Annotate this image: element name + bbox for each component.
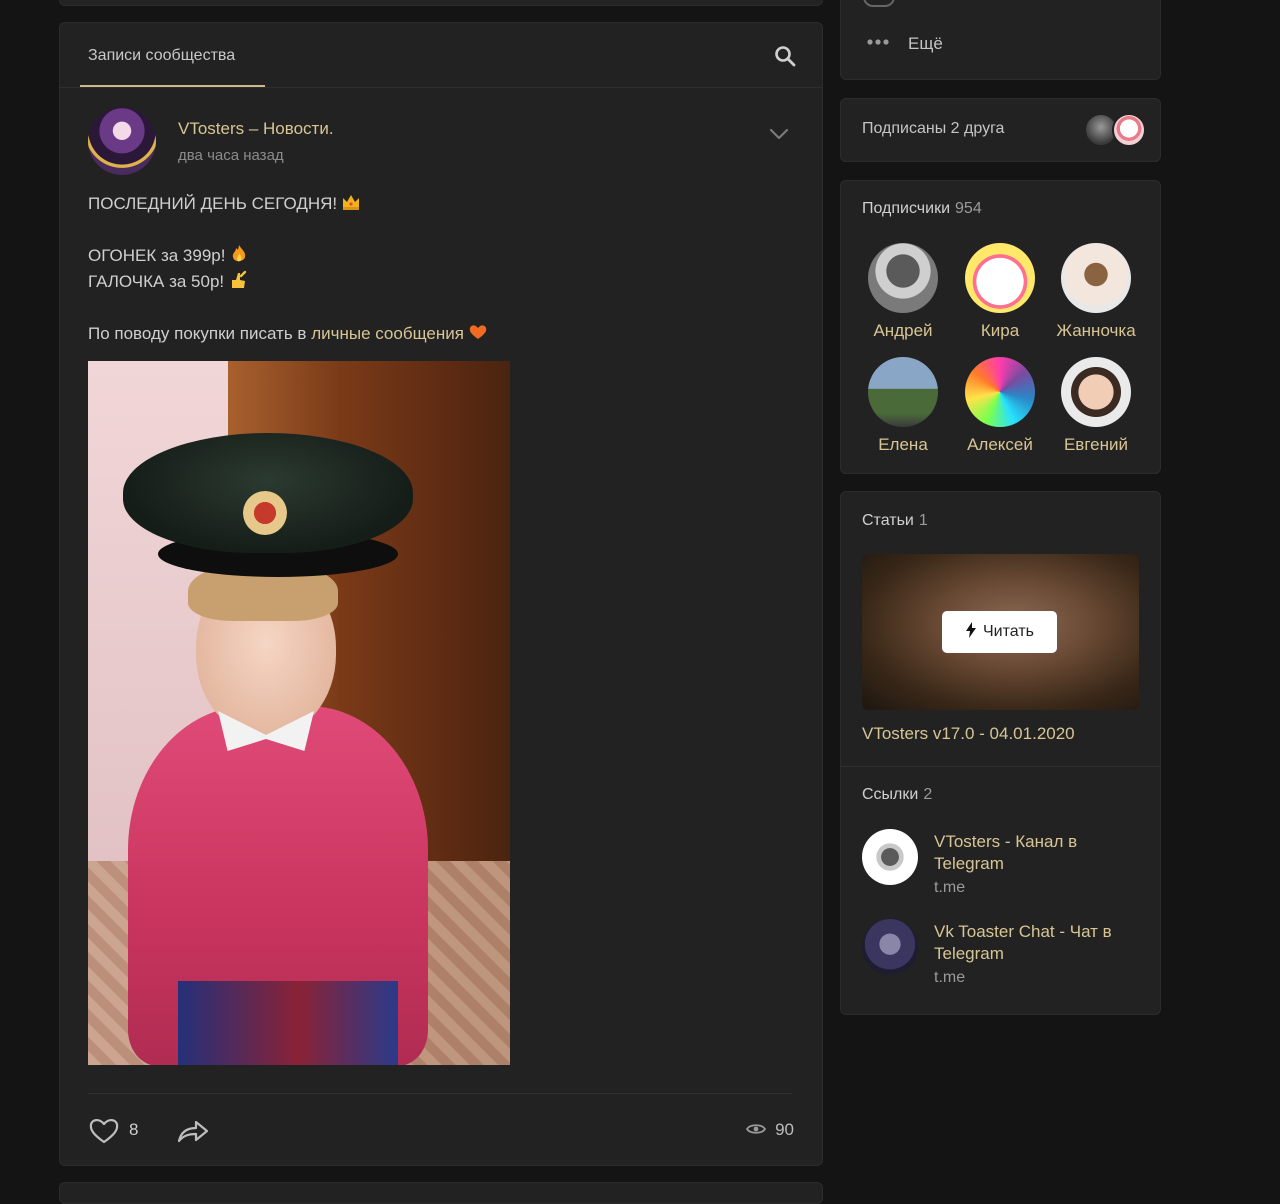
vk-logo-icon (862, 829, 918, 885)
like-count: 8 (129, 1120, 139, 1139)
post-line-3: ГАЛОЧКА за 50р! (88, 269, 788, 295)
friends-subscribed-card[interactable]: Подписаны 2 друга (840, 98, 1161, 162)
actions-divider (88, 1093, 792, 1094)
subscriber-item[interactable]: Елена (855, 357, 951, 455)
more-button[interactable]: Ещё (908, 34, 943, 54)
lightning-icon (966, 622, 977, 638)
chat-logo-icon (862, 919, 918, 975)
post-time[interactable]: два часа назад (178, 147, 284, 164)
links-title: Ссылки 2 (862, 786, 933, 803)
articles-title[interactable]: Статьи 1 (862, 512, 928, 530)
link-title[interactable]: VTosters - Канал в Telegram (934, 831, 1134, 875)
article-title[interactable]: VTosters v17.0 - 04.01.2020 (862, 724, 1075, 744)
subscriber-item[interactable]: Кира (952, 243, 1048, 341)
eye-icon (746, 1124, 766, 1134)
view-count: 90 (775, 1120, 794, 1139)
link-domain: t.me (934, 969, 966, 986)
subscriber-name: Жанночка (1056, 321, 1136, 340)
section-divider (841, 766, 1160, 767)
post-line-4: По поводу покупки писать в личные сообще… (88, 321, 788, 347)
community-posts-card: Записи сообщества VTosters – Новости. дв… (59, 22, 823, 1166)
friend-avatar (1112, 113, 1146, 147)
post-photo[interactable] (88, 361, 510, 1065)
next-card-edge (59, 1182, 823, 1204)
subscriber-name: Евгений (1063, 435, 1129, 454)
articles-count: 1 (918, 512, 928, 529)
avatar (868, 243, 938, 313)
ok-hand-icon (232, 270, 247, 288)
messages-link[interactable]: личные сообщения (311, 324, 464, 343)
post-text: ПОСЛЕДНИЙ ДЕНЬ СЕГОДНЯ! ОГОНЕК за 399р! … (88, 191, 788, 347)
crown-icon (343, 195, 360, 210)
post-author[interactable]: VTosters – Новости. (178, 119, 334, 139)
subscriber-item[interactable]: Жанночка (1048, 243, 1144, 341)
avatar (1061, 243, 1131, 313)
read-button[interactable]: Читать (942, 611, 1057, 653)
post-line-1: ПОСЛЕДНИЙ ДЕНЬ СЕГОДНЯ! (88, 191, 788, 217)
subscriber-item[interactable]: Андрей (855, 243, 951, 341)
subscriber-name: Андрей (873, 321, 933, 340)
subscriber-item[interactable]: Евгений (1048, 357, 1144, 455)
articles-links-card: Статьи 1 Читать VTosters v17.0 - 04.01.20… (840, 491, 1161, 1015)
like-heart-icon[interactable] (88, 1115, 120, 1145)
more-dots-icon[interactable] (866, 38, 890, 46)
tab-active-indicator (80, 85, 265, 87)
search-icon[interactable] (774, 45, 796, 67)
subscriber-item[interactable]: Алексей (952, 357, 1048, 455)
heart-icon (469, 325, 487, 339)
article-cover[interactable]: Читать (862, 554, 1139, 710)
subscribers-count: 954 (955, 200, 982, 217)
community-avatar[interactable] (88, 107, 156, 175)
subscribers-card: Подписчики 954 Андрей Кира Жанночка Елена… (840, 180, 1161, 474)
friends-subscribed-label: Подписаны 2 друга (862, 120, 1005, 137)
link-domain: t.me (934, 879, 966, 896)
links-count: 2 (923, 786, 933, 803)
feed-header: Записи сообщества (60, 23, 822, 88)
tab-community-posts[interactable]: Записи сообщества (80, 23, 243, 87)
subscriber-name: Алексей (967, 435, 1033, 454)
avatar (868, 357, 938, 427)
share-icon[interactable] (176, 1117, 210, 1145)
avatar (965, 243, 1035, 313)
post-line-2: ОГОНЕК за 399р! (88, 243, 788, 269)
menu-item-icon (863, 0, 895, 7)
subscriber-name: Кира (980, 321, 1020, 340)
subscriber-name: Елена (878, 435, 928, 454)
post-actions: 8 90 (88, 1115, 794, 1145)
community-menu-card: Ещё (840, 0, 1161, 80)
fire-icon (233, 245, 246, 262)
link-title[interactable]: Vk Toaster Chat - Чат в Telegram (934, 921, 1134, 965)
chevron-down-icon[interactable] (769, 127, 789, 141)
avatar (1061, 357, 1131, 427)
avatar (965, 357, 1035, 427)
subscribers-title[interactable]: Подписчики 954 (862, 200, 982, 218)
previous-card-edge (59, 0, 823, 6)
